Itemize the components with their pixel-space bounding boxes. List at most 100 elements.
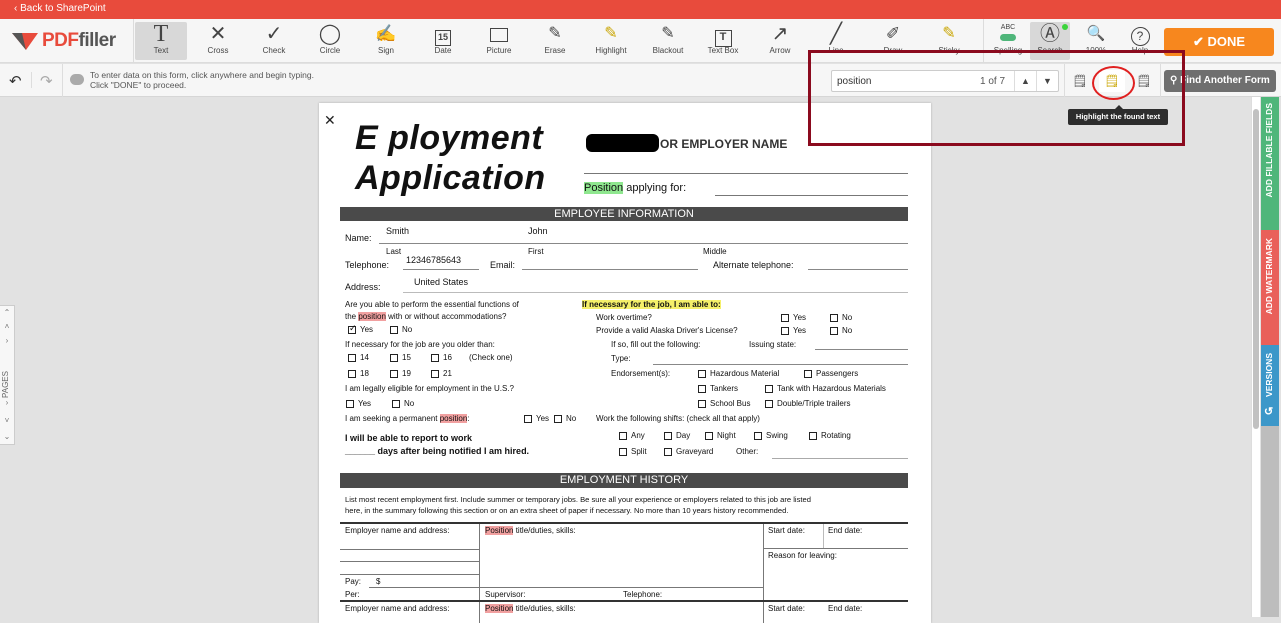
age-checkbox[interactable]	[390, 353, 398, 362]
pay-field[interactable]	[369, 587, 479, 588]
next-page-button[interactable]: ˅	[0, 414, 14, 428]
tool-text[interactable]: T Text	[135, 22, 187, 60]
add-fillable-fields-tab[interactable]: ADD FILLABLE FIELDS	[1261, 97, 1279, 230]
highlight-found-text-button[interactable]: 🗒	[1099, 70, 1125, 92]
shift-checkbox[interactable]	[664, 447, 672, 456]
tool-line[interactable]: ╱ Line	[810, 22, 862, 60]
tool-label: Line	[828, 46, 844, 55]
close-icon[interactable]: ✕	[324, 112, 336, 129]
circle-icon: ◯	[318, 23, 342, 45]
email-field[interactable]	[522, 269, 698, 270]
shift-checkbox[interactable]	[705, 431, 713, 440]
permanent-yes-checkbox[interactable]	[524, 414, 532, 423]
pdffiller-logo: PDFfiller	[12, 28, 130, 54]
essential-no-checkbox[interactable]	[390, 325, 398, 334]
tool-spelling[interactable]: ABC Spelling	[982, 22, 1034, 60]
alt-telephone-field[interactable]	[808, 269, 908, 270]
toolbar: PDFfiller T Text ✕ Cross ✓ Check ◯ Circle ✍ S…	[0, 19, 1281, 63]
shift-checkbox[interactable]	[809, 431, 817, 440]
versions-tab[interactable]: VERSIONS ↺	[1261, 345, 1279, 426]
last-name-field[interactable]: Smith	[386, 226, 409, 236]
find-another-form-button[interactable]: ⚲ Find Another Form	[1164, 70, 1276, 92]
overtime-yes-checkbox[interactable]	[781, 313, 789, 322]
employer-name-label: OR EMPLOYER NAME	[660, 137, 788, 151]
tool-label: Highlight	[595, 46, 627, 55]
last-page-button[interactable]: ⌄	[0, 430, 14, 444]
tool-cross[interactable]: ✕ Cross	[192, 22, 244, 60]
age-checkbox[interactable]	[348, 369, 356, 378]
first-page-button[interactable]: ⌃	[0, 306, 14, 320]
section-header-employee: EMPLOYEE INFORMATION	[340, 207, 908, 221]
other-field[interactable]	[772, 458, 908, 459]
endorsement-checkbox[interactable]	[765, 399, 773, 408]
tool-arrow[interactable]: ↗ Arrow	[754, 22, 806, 60]
scrollbar-thumb[interactable]	[1253, 109, 1259, 429]
type-field[interactable]	[653, 364, 908, 365]
undo-button[interactable]: ↶	[9, 72, 22, 90]
search-input[interactable]	[832, 71, 972, 91]
age-checkbox[interactable]	[431, 369, 439, 378]
eligible-yes-checkbox[interactable]	[346, 399, 354, 408]
eligible-no-checkbox[interactable]	[392, 399, 400, 408]
overtime-no-checkbox[interactable]	[830, 313, 838, 322]
report-statement-2[interactable]: ______ days after being notified I am hi…	[345, 446, 529, 456]
address-label: Address:	[345, 282, 381, 292]
issuing-state-field[interactable]	[815, 349, 908, 350]
shift-checkbox[interactable]	[754, 431, 762, 440]
tool-circle[interactable]: ◯ Circle	[304, 22, 356, 60]
alt-telephone-label: Alternate telephone:	[713, 260, 794, 270]
tool-erase[interactable]: ✎ Erase	[529, 22, 581, 60]
age-checkbox[interactable]	[348, 353, 356, 362]
redo-button[interactable]: ↷	[40, 72, 53, 90]
expand-pages-chevron-icon[interactable]: ›	[0, 396, 14, 410]
expand-pages-chevron-icon[interactable]: ›	[0, 334, 14, 348]
permanent-no-checkbox[interactable]	[554, 414, 562, 423]
next-result-button[interactable]: ▼	[1036, 71, 1058, 91]
annotate-found-text-button[interactable]: 🗒	[1067, 70, 1093, 92]
add-watermark-tab[interactable]: ADD WATERMARK	[1261, 230, 1279, 345]
telephone-field[interactable]: 12346785643	[406, 255, 461, 265]
other-label: Other:	[736, 447, 759, 456]
tool-date[interactable]: 15 Date	[417, 22, 469, 60]
tool-picture[interactable]: Picture	[473, 22, 525, 60]
tool-text-box[interactable]: T Text Box	[697, 22, 749, 60]
arrow-icon: ↗	[771, 23, 789, 45]
tool-blackout[interactable]: ✎ Blackout	[642, 22, 694, 60]
tool-zoom[interactable]: 🔍 100%	[1076, 22, 1116, 60]
endorsement-checkbox[interactable]	[765, 384, 773, 393]
shift-checkbox[interactable]	[619, 447, 627, 456]
prev-page-button[interactable]: ˄	[0, 320, 14, 334]
essential-yes-checkbox[interactable]: ✓	[348, 323, 357, 334]
tool-help[interactable]: ? Help	[1120, 22, 1160, 60]
spelling-icon: ABC	[982, 22, 1034, 46]
shift-checkbox[interactable]	[664, 431, 672, 440]
license-no-checkbox[interactable]	[830, 326, 838, 335]
endorsement-checkbox[interactable]	[698, 384, 706, 393]
endorsement-checkbox[interactable]	[698, 399, 706, 408]
end-date-label: End date:	[828, 604, 863, 613]
license-yes-checkbox[interactable]	[781, 326, 789, 335]
age-checkbox[interactable]	[431, 353, 439, 362]
done-button[interactable]: ✔ DONE	[1164, 28, 1274, 56]
tool-check[interactable]: ✓ Check	[248, 22, 300, 60]
first-name-field[interactable]: John	[528, 226, 548, 236]
previous-result-button[interactable]: ▲	[1014, 71, 1036, 91]
blackout-found-text-button[interactable]: 🗒	[1131, 70, 1157, 92]
address-field[interactable]: United States	[414, 277, 468, 287]
tooltip: Highlight the found text	[1068, 105, 1168, 125]
eraser-icon: ✎	[548, 25, 562, 42]
age-checkbox[interactable]	[390, 369, 398, 378]
tool-sign[interactable]: ✍ Sign	[360, 22, 412, 60]
pages-label[interactable]: PAGES	[1, 358, 13, 398]
endorsement-checkbox[interactable]	[804, 369, 812, 378]
tool-draw[interactable]: ✐ Draw	[867, 22, 919, 60]
tool-search[interactable]: Ⓐ Search	[1030, 22, 1070, 60]
shift-checkbox[interactable]	[619, 431, 627, 440]
document-scrollbar[interactable]	[1251, 97, 1260, 617]
shift-label: Rotating	[821, 431, 851, 440]
back-to-sharepoint-link[interactable]: ‹ Back to SharePoint	[14, 3, 106, 14]
tool-highlight[interactable]: ✎ Highlight	[585, 22, 637, 60]
document-page[interactable]: ✕ E ployment Application OR EMPLOYER NAM…	[319, 103, 931, 623]
endorsement-checkbox[interactable]	[698, 369, 706, 378]
tool-sticky[interactable]: ✎ Sticky	[923, 22, 975, 60]
